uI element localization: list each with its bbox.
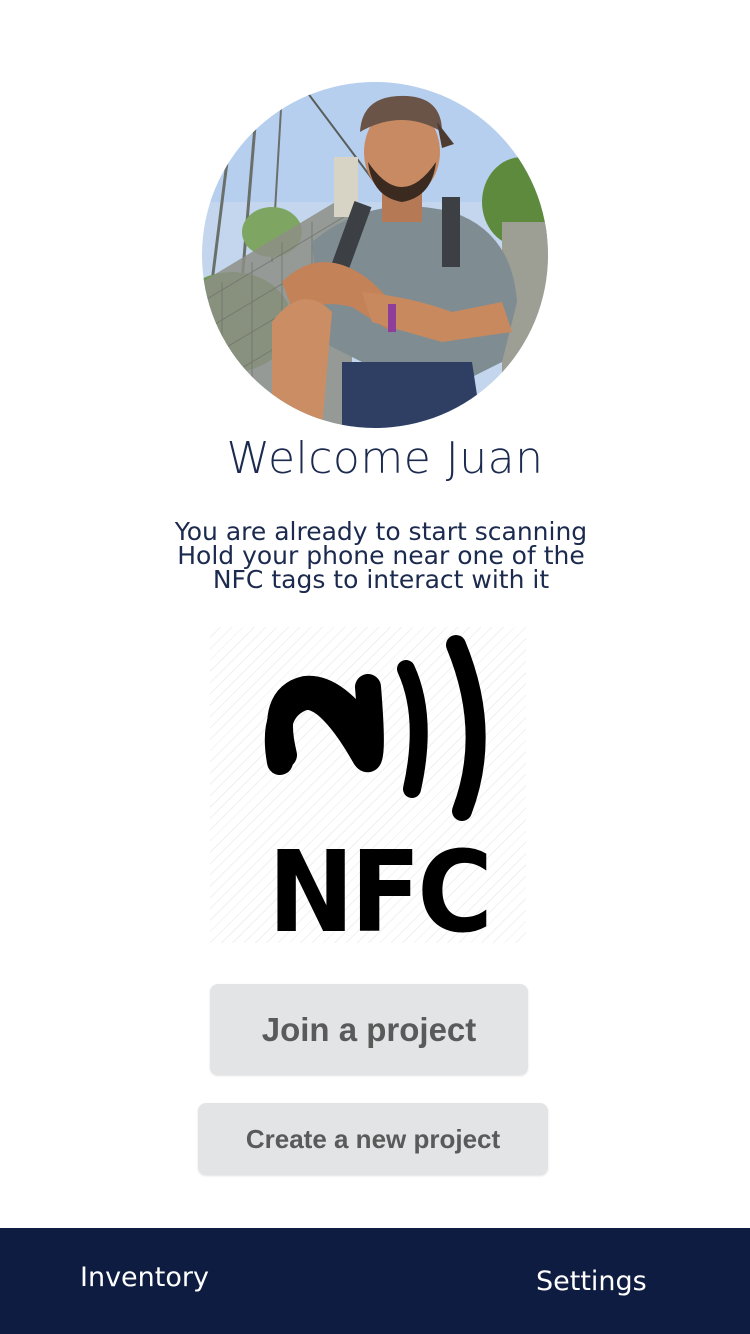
welcome-title: Welcome Juan — [226, 433, 544, 484]
instruction-line: NFC tags to interact with it — [212, 565, 550, 594]
scan-instructions: You are already to start scanning Hold y… — [0, 519, 750, 594]
nfc-label: NFC — [268, 828, 493, 958]
welcome-screen: Welcome Juan You are already to start sc… — [0, 0, 750, 1334]
avatar-photo — [202, 82, 548, 428]
create-project-button[interactable]: Create a new project — [198, 1103, 548, 1175]
nav-settings[interactable]: Settings — [536, 1266, 647, 1297]
nav-inventory[interactable]: Inventory — [80, 1262, 209, 1293]
bottom-navigation: Inventory Settings — [0, 1228, 750, 1334]
avatar — [202, 82, 548, 428]
join-project-button[interactable]: Join a project — [210, 984, 528, 1075]
